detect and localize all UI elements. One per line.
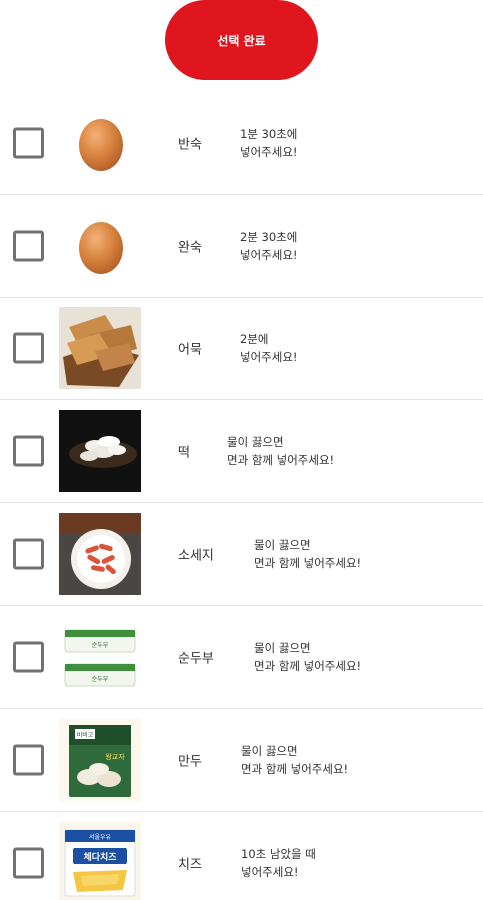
- soft-tofu-image: 순두부 순두부: [59, 615, 141, 698]
- list-item[interactable]: 어묵 2분에 넣어주세요!: [0, 298, 483, 401]
- item-description: 물이 끓으면 면과 함께 넣어주세요!: [254, 538, 362, 571]
- checkbox[interactable]: [13, 538, 44, 570]
- egg-image: [59, 102, 141, 184]
- list-item[interactable]: 비비고 왕교자 만두 물이 끓으면 면과 함께 넣어주세요!: [0, 709, 483, 812]
- item-description: 10초 남았을 때 넣어주세요!: [241, 846, 316, 879]
- checkbox[interactable]: [13, 332, 44, 364]
- item-name: 만두: [178, 754, 202, 770]
- svg-text:체다치즈: 체다치즈: [83, 851, 117, 863]
- item-name: 완숙: [178, 240, 202, 256]
- svg-text:비비고: 비비고: [77, 731, 94, 739]
- item-name: 순두부: [178, 651, 214, 667]
- rice-cake-image: [59, 410, 141, 493]
- checkbox[interactable]: [13, 641, 44, 673]
- list-item[interactable]: 서울우유 체다치즈 치즈 10초 남았을 때 넣어주세요!: [0, 812, 483, 900]
- svg-text:순두부: 순두부: [92, 642, 109, 649]
- checkbox[interactable]: [13, 127, 44, 159]
- item-name: 치즈: [178, 857, 202, 873]
- item-name: 떡: [178, 445, 190, 461]
- checkbox[interactable]: [13, 847, 44, 879]
- item-name: 반숙: [178, 137, 202, 153]
- checkbox[interactable]: [13, 744, 44, 776]
- sausage-image: [59, 513, 141, 596]
- checkbox[interactable]: [13, 435, 44, 467]
- egg-image: [59, 205, 141, 287]
- cheese-image: 서울우유 체다치즈: [59, 821, 141, 900]
- list-item[interactable]: 완숙 2분 30초에 넣어주세요!: [0, 195, 483, 298]
- svg-text:왕교자: 왕교자: [105, 752, 125, 761]
- item-name: 어묵: [178, 342, 202, 358]
- item-description: 물이 끓으면 면과 함께 넣어주세요!: [241, 743, 349, 776]
- item-name: 소세지: [178, 548, 214, 564]
- item-description: 물이 끓으면 면과 함께 넣어주세요!: [254, 640, 362, 673]
- list-item[interactable]: 소세지 물이 끓으면 면과 함께 넣어주세요!: [0, 503, 483, 606]
- list-item[interactable]: 떡 물이 끓으면 면과 함께 넣어주세요!: [0, 400, 483, 504]
- item-description: 물이 끓으면 면과 함께 넣어주세요!: [227, 435, 335, 468]
- item-description: 2분에 넣어주세요!: [240, 332, 298, 365]
- item-description: 1분 30초에 넣어주세요!: [240, 126, 298, 159]
- checkbox[interactable]: [13, 230, 44, 262]
- list-item[interactable]: 반숙 1분 30초에 넣어주세요!: [0, 92, 483, 195]
- svg-text:순두부: 순두부: [92, 676, 109, 683]
- item-description: 2분 30초에 넣어주세요!: [240, 229, 298, 262]
- dumpling-image: 비비고 왕교자: [59, 718, 141, 801]
- header: 선택 완료: [0, 0, 483, 92]
- svg-text:서울우유: 서울우유: [89, 833, 112, 841]
- done-button[interactable]: 선택 완료: [165, 0, 318, 80]
- list-item[interactable]: 순두부 순두부 순두부 물이 끓으면 면과 함께 넣어주세요!: [0, 606, 483, 709]
- fishcake-image: [59, 307, 141, 390]
- ingredient-list: 반숙 1분 30초에 넣어주세요! 완숙 2분 30초에 넣어주세요! 어묵 2…: [0, 92, 483, 900]
